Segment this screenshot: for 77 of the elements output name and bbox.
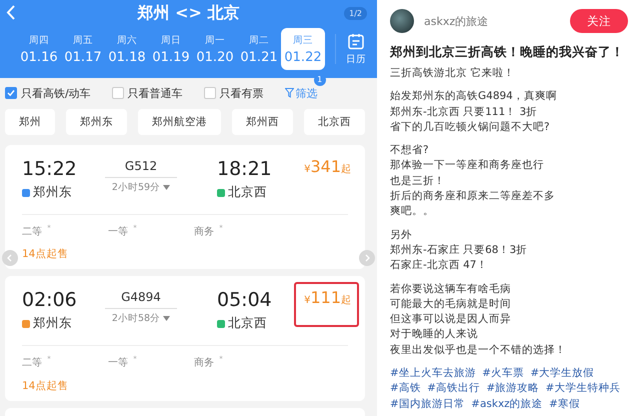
post-line: 也是三折！: [390, 174, 446, 189]
hashtag-link[interactable]: #askxz的旅途: [471, 398, 543, 410]
train-number: G512: [105, 157, 177, 178]
arrival-time: 05:04: [217, 288, 273, 312]
post-line: 石家庄-北京西 47！: [390, 258, 488, 274]
checkbox[interactable]: [204, 87, 216, 99]
sale-time: 14点起售: [22, 247, 70, 262]
filter-label[interactable]: 只看高铁/动车: [21, 86, 91, 100]
hashtag-link[interactable]: #国内旅游日常: [390, 398, 465, 410]
sale-time: 14点起售: [22, 378, 70, 393]
station-chip[interactable]: 郑州西: [232, 109, 293, 135]
seat-class: 一等 $^{*}$: [108, 355, 138, 370]
post-line: 夜里出发似乎也是一个不错的选择！: [390, 342, 567, 358]
caret-icon: [163, 185, 170, 190]
hashtag-link[interactable]: #火车票: [482, 367, 524, 380]
departure-time: 02:06: [22, 288, 78, 312]
post-line: 另外: [390, 228, 413, 243]
seat-class: 商务 $^{*}$: [194, 224, 224, 238]
train-card[interactable]: 15:22 郑州东 G512 2小时59分 18:21 北京西 ¥341起 二等 $^{*}$ 一等 $^{*}$ 商务 $^{*}$ 14点起售: [5, 145, 365, 270]
post-line: 对于晚睡的人来说: [390, 327, 479, 342]
post-line: 郑州东-石家庄 只要68！3折: [390, 242, 528, 258]
chevron-right-icon: [363, 254, 371, 262]
seat-class: 二等 $^{*}$: [22, 355, 52, 370]
author-name[interactable]: askxz的旅途: [424, 14, 570, 28]
post-line: 那体验一下一等座和商务座也行: [390, 158, 545, 174]
post-line: 但这事可以说是因人而异: [390, 312, 512, 328]
hashtag-link[interactable]: #大学生特种兵: [545, 382, 620, 394]
post-title: 郑州到北京三折高铁！晚睡的我兴奋了！: [390, 44, 625, 61]
hashtag-link[interactable]: #坐上火车去旅游: [390, 367, 476, 380]
page-indicator: 1/2: [344, 7, 367, 20]
post-line: 郑州东-北京西 只要111！ 3折: [390, 104, 538, 120]
avatar: [390, 9, 414, 33]
post-line: 可能最大的毛病就是时间: [390, 296, 512, 312]
seat-class: 商务 $^{*}$: [194, 355, 224, 370]
hashtag-link[interactable]: #高铁: [390, 382, 421, 394]
post-line: 三折高铁游北京 它来啦！: [390, 66, 516, 81]
back-icon[interactable]: [6, 5, 16, 20]
post-line: 始发郑州东的高铁G4894，真爽啊: [390, 89, 558, 104]
station-chip[interactable]: 郑州: [5, 109, 55, 135]
follow-button[interactable]: 关注: [570, 9, 628, 33]
post-line: 爽吧。。: [390, 204, 435, 220]
hashtag-link[interactable]: #高铁出行: [427, 382, 480, 394]
calendar-icon: [348, 32, 364, 50]
filter-label[interactable]: 只看有票: [220, 86, 264, 100]
station-chip[interactable]: 郑州东: [66, 109, 127, 135]
departure-station: 郑州东: [33, 315, 72, 332]
departure-time: 15:22: [22, 157, 78, 181]
price: ¥111起: [294, 282, 359, 328]
price: ¥341起: [303, 156, 352, 178]
checkbox[interactable]: [112, 87, 124, 99]
filter-label[interactable]: 只看普通车: [128, 86, 183, 100]
arrival-time: 18:21: [217, 157, 273, 181]
arrival-station: 北京西: [228, 315, 267, 332]
post-line: 若你要说这辆车有啥毛病: [390, 282, 512, 297]
post-line: 不想省?: [390, 143, 430, 158]
route-title: 郑州 <> 北京: [138, 2, 240, 24]
station-chip[interactable]: 郑州航空港: [138, 109, 221, 135]
previous-button[interactable]: [2, 250, 18, 266]
chevron-left-icon: [6, 254, 14, 262]
arrival-station: 北京西: [228, 184, 267, 201]
station-chip[interactable]: 北京西: [304, 109, 365, 135]
seat-class: 一等 $^{*}$: [108, 224, 138, 238]
post-line: 省下的几百吃顿火锅问题不大吧?: [390, 120, 551, 135]
duration: 2小时59分: [112, 181, 160, 194]
checkbox[interactable]: [5, 87, 17, 99]
caret-icon: [163, 316, 170, 322]
train-card[interactable]: 02:06 郑州东 G4894 2小时58分 05:04 北京西 ¥111起 二等 $^{*}$ 一等 $^{*}$ 商务 $^{*}$ 14点起售: [5, 276, 365, 401]
hashtag-link[interactable]: #寒假: [549, 398, 580, 410]
seat-class: 二等 $^{*}$: [22, 224, 52, 238]
post-line: 折后的商务座和原来二等座差不多: [390, 189, 556, 204]
hashtag-link[interactable]: #大学生放假: [530, 367, 594, 380]
hashtag-link[interactable]: #旅游攻略: [486, 382, 540, 394]
departure-station: 郑州东: [33, 184, 72, 201]
duration: 2小时58分: [112, 312, 160, 326]
train-number: G4894: [105, 288, 177, 310]
funnel-icon: [284, 88, 294, 98]
next-button[interactable]: [359, 250, 375, 266]
